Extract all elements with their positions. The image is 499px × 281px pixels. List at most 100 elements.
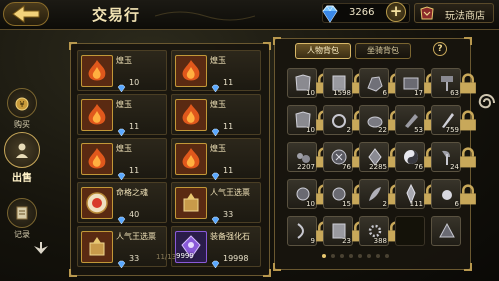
page-dot[interactable] [358,254,362,258]
item-stack-count: 9999 [176,252,194,260]
slot-quantity: 2207 [297,163,315,171]
inventory-slot[interactable] [431,216,461,246]
item-name: 人气王选票 [116,232,156,241]
crystal-price-icon [117,166,126,181]
lock-icon [417,107,440,131]
lock-icon [309,218,332,242]
inventory-slot[interactable]: 111 [395,179,440,209]
inventory-slot[interactable]: 24 [431,142,476,172]
sell-item-card[interactable]: 9999 装备强化石 19998 [171,226,261,269]
tab-character-bag[interactable]: 人物背包 [295,43,351,59]
sell-item-card[interactable]: 煌玉 10 [77,50,167,93]
shop-button[interactable]: 玩法商店 [414,3,494,23]
inventory-slot[interactable]: 1598 [323,68,368,98]
swirl-side-button[interactable] [474,88,498,118]
inventory-slot[interactable]: 22 [359,105,404,135]
item-price: 11 [223,122,234,131]
slot-quantity: 2 [346,126,351,134]
crystal-price-icon [117,122,126,137]
lock-icon [417,70,440,94]
inventory-panel: 人物背包 坐骑背包 ? 10 1598 6 17 63 10 2 22 53 759 2207 76 2… [273,37,476,271]
inventory-slot[interactable]: 76 [395,142,440,172]
nav-records[interactable]: 记录 [2,198,42,240]
back-button[interactable] [3,2,49,26]
item-price: 11 [223,78,234,87]
soul-orb-icon [81,187,113,219]
sell-item-card[interactable]: 煌玉 11 [171,50,261,93]
inventory-slot[interactable]: 759 [431,105,476,135]
ballot-icon [81,231,113,263]
inventory-slot[interactable] [395,216,425,246]
help-button[interactable]: ? [433,42,447,56]
sell-item-card[interactable]: 煌玉 11 [171,94,261,137]
lock-icon [417,181,440,205]
slot-quantity: 76 [414,163,423,171]
fire-gem-icon [81,143,113,175]
crystal-price-icon [211,210,220,225]
lock-icon [381,181,404,205]
crystal-price-icon [211,254,220,269]
slot-quantity: 111 [409,200,423,208]
inventory-slot[interactable]: 2 [323,105,368,135]
page-dot[interactable] [340,254,344,258]
sell-item-card[interactable]: 人气王选票 33 [77,226,167,269]
title-ornament [155,11,255,21]
records-icon [7,198,37,228]
slot-quantity: 24 [450,163,459,171]
inventory-slot[interactable]: 76 [323,142,368,172]
page-dot[interactable] [349,254,353,258]
lock-icon [345,218,368,242]
back-arrow-icon [12,5,40,23]
item-name: 煌玉 [116,144,132,153]
inventory-slot[interactable]: 10 [287,105,332,135]
inventory-slot[interactable]: 6 [431,179,476,209]
slot-quantity: 23 [342,237,351,245]
inventory-slot[interactable]: 53 [395,105,440,135]
sell-item-card[interactable]: 命格之魂 40 [77,182,167,225]
fire-gem-icon [81,55,113,87]
inventory-slot[interactable]: 388 [359,216,404,246]
inventory-slot[interactable]: 17 [395,68,440,98]
page-dot[interactable] [322,254,326,258]
inventory-slot[interactable]: 15 [323,179,368,209]
inventory-slot[interactable]: 10 [287,68,332,98]
slot-quantity: 63 [450,89,459,97]
inventory-slot[interactable]: 2285 [359,142,404,172]
item-price: 19998 [223,254,249,263]
item-price: 10 [129,78,140,87]
sell-item-card[interactable]: 煌玉 11 [171,138,261,181]
inventory-slot[interactable]: 10 [287,179,332,209]
slot-quantity: 10 [306,126,315,134]
nav-buy[interactable]: ¥ 购买 [2,88,42,130]
inventory-slot[interactable]: 2 [359,179,404,209]
inventory-slot[interactable]: 6 [359,68,404,98]
item-name: 煌玉 [116,100,132,109]
person-icon [4,132,40,168]
page-dot[interactable] [385,254,389,258]
sell-item-card[interactable]: 煌玉 11 [77,138,167,181]
add-currency-button[interactable]: + [386,2,406,22]
page-indicator: 11/13 [156,253,177,261]
item-price: 11 [223,166,234,175]
fire-gem-icon [81,99,113,131]
item-name: 人气王选票 [210,188,250,197]
slot-quantity: 388 [373,237,387,245]
page-dot[interactable] [331,254,335,258]
item-name: 装备强化石 [210,232,250,241]
inventory-slot[interactable]: 9 [287,216,332,246]
inventory-slot[interactable]: 2207 [287,142,332,172]
slot-quantity: 759 [445,126,459,134]
slot-quantity: 6 [454,200,459,208]
inventory-slot[interactable]: 63 [431,68,476,98]
sell-item-card[interactable]: 煌玉 11 [77,94,167,137]
page-dot[interactable] [376,254,380,258]
tab-mount-bag[interactable]: 坐骑背包 [355,43,411,59]
sell-item-card[interactable]: 人气王选票 33 [171,182,261,225]
slot-quantity: 53 [414,126,423,134]
nav-sell-label: 出售 [12,173,32,184]
slot-quantity: 22 [378,126,387,134]
nav-sell[interactable]: 出售 [2,132,42,184]
crystal-price-icon [211,78,220,93]
page-dot[interactable] [367,254,371,258]
inventory-slot[interactable]: 23 [323,216,368,246]
